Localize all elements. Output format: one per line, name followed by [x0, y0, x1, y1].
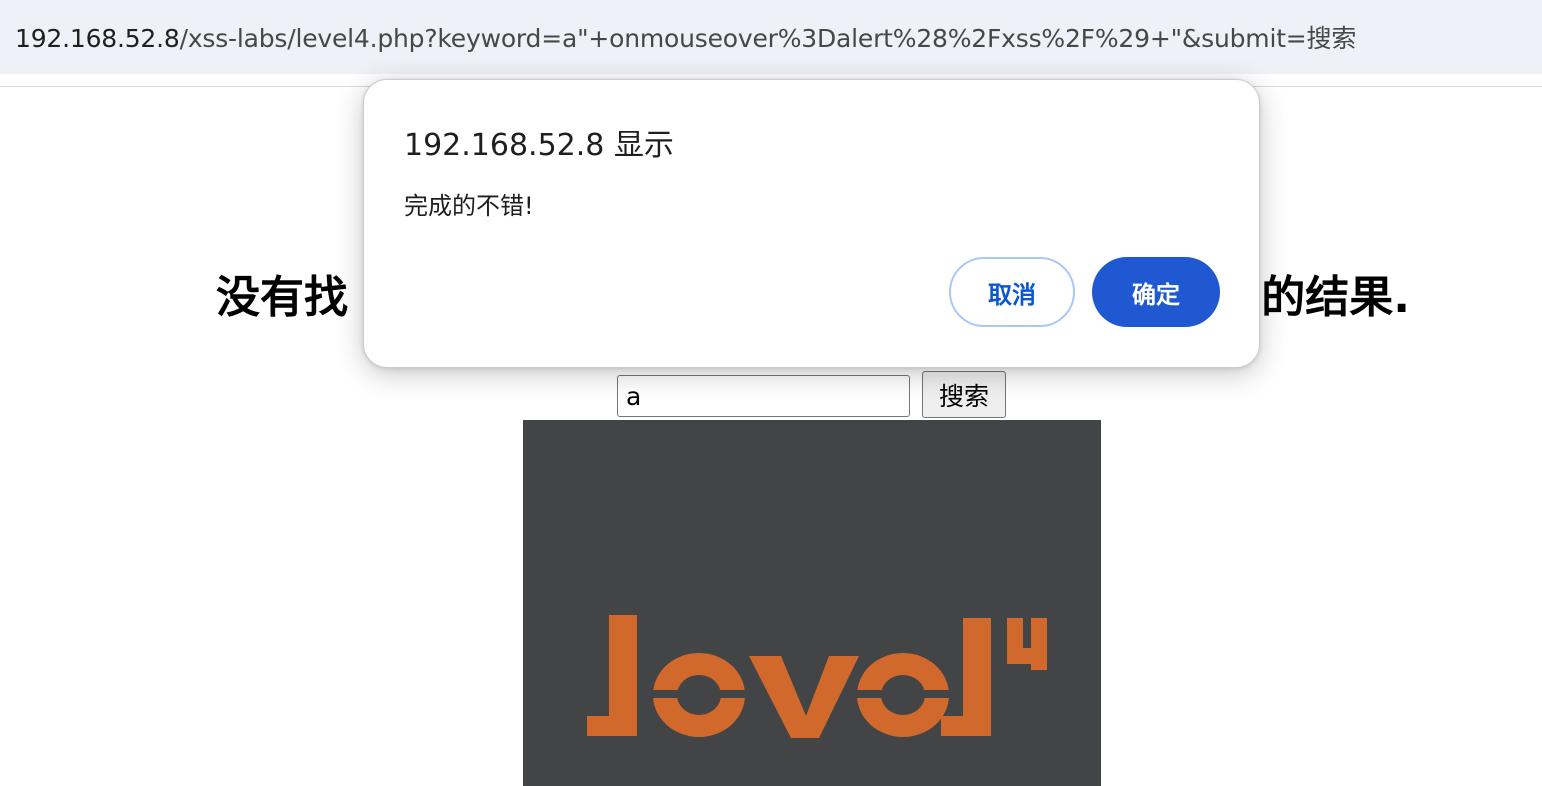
search-button[interactable]: 搜索 [922, 371, 1006, 418]
level-image [523, 420, 1101, 786]
heading-left-fragment: 没有找 [216, 272, 348, 323]
cancel-button[interactable]: 取消 [949, 257, 1075, 327]
level4-logo [587, 615, 1047, 738]
level4-logo-lettering [587, 615, 1047, 738]
url-text[interactable]: 192.168.52.8/xss-labs/level4.php?keyword… [15, 22, 1356, 56]
dialog-title: 192.168.52.8 显示 [404, 128, 674, 163]
url-path: /xss-labs/level4.php?keyword=a"+onmouseo… [179, 24, 1357, 53]
heading-right-fragment: 的结果. [1261, 272, 1410, 323]
alert-dialog: 192.168.52.8 显示 完成的不错! 取消 确定 [363, 79, 1260, 368]
address-bar[interactable]: 192.168.52.8/xss-labs/level4.php?keyword… [0, 0, 1542, 74]
search-input[interactable] [617, 375, 910, 417]
dialog-message: 完成的不错! [404, 192, 534, 220]
ok-button[interactable]: 确定 [1092, 257, 1220, 327]
url-host: 192.168.52.8 [15, 24, 180, 53]
